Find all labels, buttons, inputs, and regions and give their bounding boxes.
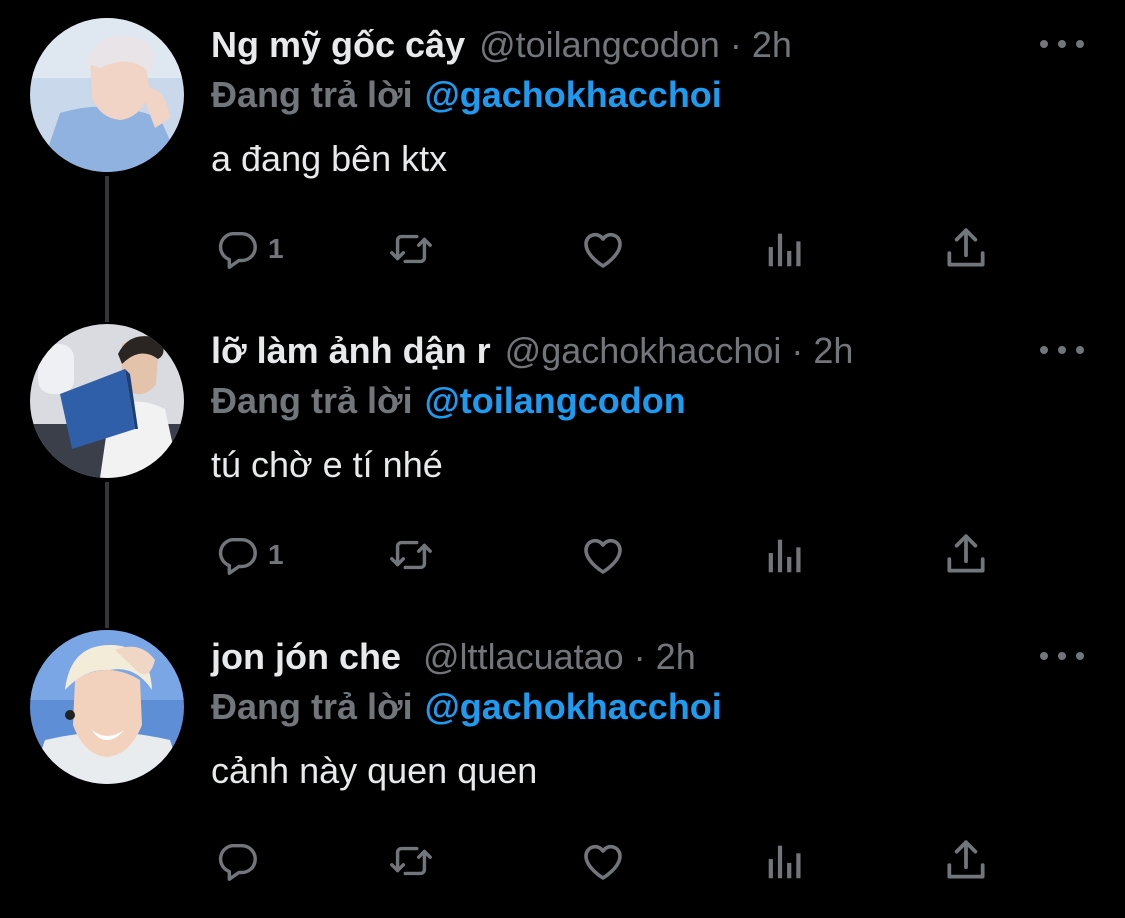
heart-icon (584, 844, 622, 880)
retweet-icon (390, 540, 432, 570)
more-icon[interactable] (1040, 342, 1084, 358)
user-handle[interactable]: @lttlacuatao (423, 636, 624, 678)
timestamp[interactable]: 2h (752, 24, 792, 66)
replying-to: Đang trả lời @gachokhacchoi (211, 74, 722, 116)
timestamp[interactable]: 2h (813, 330, 853, 372)
replying-to-label: Đang trả lời (211, 74, 413, 115)
retweet-icon (390, 846, 432, 876)
reply-count: 1 (268, 539, 284, 570)
reply-count: 1 (268, 233, 284, 264)
display-name[interactable]: jon jón che (211, 636, 401, 678)
retweet-button[interactable] (388, 224, 434, 274)
display-name[interactable]: Ng mỹ gốc cây (211, 24, 465, 66)
avatar[interactable] (30, 630, 184, 784)
avatar[interactable] (30, 18, 184, 172)
like-button[interactable] (579, 224, 627, 274)
replying-to: Đang trả lời @gachokhacchoi (211, 686, 722, 728)
separator-dot: · (633, 636, 646, 677)
timestamp[interactable]: 2h (656, 636, 696, 678)
user-handle[interactable]: @gachokhacchoi (505, 330, 782, 372)
share-icon (947, 534, 985, 573)
separator-dot: · (791, 330, 804, 371)
avatar[interactable] (30, 324, 184, 478)
more-icon[interactable] (1040, 648, 1084, 664)
mention-link[interactable]: @gachokhacchoi (425, 74, 722, 115)
tweet-header: jon jón che @lttlacuatao · 2h (211, 634, 696, 680)
like-button[interactable] (579, 530, 627, 580)
reply-icon (218, 843, 257, 881)
tweet[interactable]: Ng mỹ gốc cây @toilangcodon · 2h Đang tr… (0, 0, 1125, 306)
analytics-button[interactable] (762, 224, 808, 274)
tweet-text: tú chờ e tí nhé (211, 444, 443, 485)
reply-button[interactable]: 1 (214, 530, 284, 580)
share-button[interactable] (941, 224, 991, 274)
heart-icon (584, 538, 622, 574)
analytics-icon (768, 233, 801, 267)
heart-icon (584, 232, 622, 268)
tweet[interactable]: jon jón che @lttlacuatao · 2h Đang trả l… (0, 612, 1125, 918)
analytics-icon (768, 845, 801, 879)
replying-to-label: Đang trả lời (211, 380, 413, 421)
reply-icon (218, 537, 257, 575)
replying-to-label: Đang trả lời (211, 686, 413, 727)
analytics-icon (768, 539, 801, 573)
mention-link[interactable]: @toilangcodon (425, 380, 686, 421)
retweet-icon (390, 234, 432, 264)
tweet[interactable]: lỡ làm ảnh dận r @gachokhacchoi · 2h Đan… (0, 306, 1125, 612)
tweet-header: lỡ làm ảnh dận r @gachokhacchoi · 2h (211, 328, 853, 374)
reply-icon (218, 231, 257, 269)
retweet-button[interactable] (388, 530, 434, 580)
more-icon[interactable] (1040, 36, 1084, 52)
analytics-button[interactable] (762, 836, 808, 886)
mention-link[interactable]: @gachokhacchoi (425, 686, 722, 727)
display-name[interactable]: lỡ làm ảnh dận r (211, 330, 491, 372)
share-button[interactable] (941, 836, 991, 886)
tweet-text: cảnh này quen quen (211, 750, 538, 791)
replying-to: Đang trả lời @toilangcodon (211, 380, 686, 422)
user-handle[interactable]: @toilangcodon (479, 24, 720, 66)
share-icon (947, 228, 985, 267)
tweet-header: Ng mỹ gốc cây @toilangcodon · 2h (211, 22, 792, 68)
reply-button[interactable]: 1 (214, 224, 284, 274)
share-icon (947, 840, 985, 879)
tweet-text: a đang bên ktx (211, 138, 448, 179)
like-button[interactable] (579, 836, 627, 886)
reply-button[interactable] (214, 836, 268, 886)
share-button[interactable] (941, 530, 991, 580)
separator-dot: · (729, 24, 742, 65)
analytics-button[interactable] (762, 530, 808, 580)
retweet-button[interactable] (388, 836, 434, 886)
